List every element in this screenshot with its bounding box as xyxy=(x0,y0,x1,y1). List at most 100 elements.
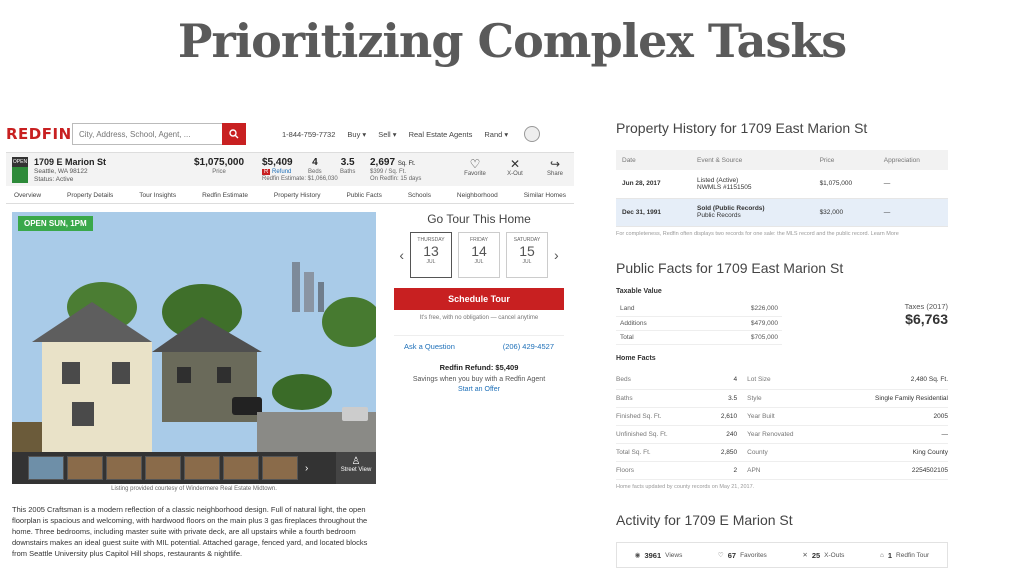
taxable-value-table: Land $226,000 Additions $479,000 Total $705… xyxy=(616,302,782,345)
thumbnail[interactable] xyxy=(184,456,220,480)
avatar[interactable] xyxy=(524,126,541,142)
tab-overview[interactable]: Overview xyxy=(14,192,41,199)
table-row: Unfinished Sq. Ft. 240 Year Renovated — xyxy=(616,425,948,444)
heart-icon: ♡ xyxy=(469,157,481,171)
thumbnail[interactable] xyxy=(67,456,103,480)
agents-link[interactable]: Real Estate Agents xyxy=(409,130,473,139)
thumbnail[interactable] xyxy=(223,456,259,480)
home-facts-note: Home facts updated by county records on … xyxy=(616,484,755,490)
tab-property-history[interactable]: Property History xyxy=(274,192,321,199)
xouts-stat: ✕ 25 X-Outs xyxy=(802,550,845,560)
property-history-section: Property History for 1709 East Marion St xyxy=(616,120,948,136)
search-button[interactable] xyxy=(222,123,246,145)
sqft-stat: 2,697 Sq. Ft. $399 / Sq. Ft. On Redfin: … xyxy=(370,157,422,182)
public-facts-title: Public Facts for 1709 East Marion St xyxy=(616,260,844,276)
price-stat: $1,075,000 Price xyxy=(194,157,245,175)
tab-schools[interactable]: Schools xyxy=(408,192,431,199)
activity-title: Activity for 1709 E Marion St xyxy=(616,512,793,528)
refund-subtitle: Savings when you buy with a Redfin Agent xyxy=(412,376,546,383)
beds-stat: 4 Beds xyxy=(308,157,322,175)
table-row: Floors 2 APN 2254502105 xyxy=(616,461,948,480)
chevron-left-icon[interactable]: ‹ xyxy=(399,247,404,263)
city-state: Seattle, WA 98122 xyxy=(34,168,88,175)
open-house-badge: OPEN xyxy=(12,157,28,183)
tab-redfin-estimate[interactable]: Redfin Estimate xyxy=(202,192,248,199)
favorites-stat: ♡ 67 Favorites xyxy=(717,550,767,560)
table-row: Land $226,000 xyxy=(616,302,782,317)
taxable-value-label: Taxable Value xyxy=(616,288,662,295)
listing-photo[interactable]: OPEN SUN, 1PM xyxy=(12,212,376,484)
column-header: Date xyxy=(616,150,692,170)
house-icon xyxy=(12,167,28,183)
tab-neighborhood[interactable]: Neighborhood xyxy=(457,192,498,199)
chevron-right-icon[interactable]: › xyxy=(554,247,559,263)
listing-panel: REDFIN 1-844-759-7732 Buy ▾ Sell ▾ Real … xyxy=(6,120,574,576)
home-facts-table: Beds 4 Lot Size 2,480 Sq. Ft. Baths 3.5 Style… xyxy=(616,371,948,480)
heart-icon: ♡ xyxy=(717,552,724,559)
street-view-button[interactable]: ♙ Street View xyxy=(336,452,376,484)
xout-button[interactable]: ✕ X-Out xyxy=(502,157,528,177)
thumbnail[interactable] xyxy=(145,456,181,480)
table-row: Total $705,000 xyxy=(616,330,782,345)
activity-bar: ◉ 3961 Views ♡ 67 Favorites ✕ 25 X-Outs ⌂ 1 Redf… xyxy=(616,542,948,568)
table-row: Additions $479,000 xyxy=(616,316,782,331)
column-header: Appreciation xyxy=(877,150,948,170)
sell-menu[interactable]: Sell ▾ xyxy=(378,130,396,139)
x-icon: ✕ xyxy=(509,157,521,171)
property-history-table: Date Event & Source Price Appreciation J… xyxy=(616,150,948,227)
open-house-label: OPEN SUN, 1PM xyxy=(18,216,93,231)
home-icon: ⌂ xyxy=(879,551,884,559)
listing-status: Status: Active xyxy=(34,176,74,183)
table-row[interactable]: Dec 31, 1991 Sold (Public Records) Public… xyxy=(616,198,948,227)
favorite-button[interactable]: ♡ Favorite xyxy=(462,157,488,177)
tab-property-details[interactable]: Property Details xyxy=(67,192,113,199)
table-row: Finished Sq. Ft. 2,610 Year Built 2005 xyxy=(616,407,948,426)
tour-panel: Go Tour This Home ‹ THURSDAY 13 JUL FRID… xyxy=(394,212,564,393)
tab-tour-insights[interactable]: Tour Insights xyxy=(139,192,176,199)
thumbnail[interactable] xyxy=(28,456,64,480)
column-header: Price xyxy=(813,150,878,170)
taxes-box: Taxes (2017) $6,763 xyxy=(904,302,948,327)
schedule-tour-button[interactable]: Schedule Tour xyxy=(394,288,564,310)
thumbnail[interactable] xyxy=(262,456,298,480)
thumbnail[interactable] xyxy=(106,456,142,480)
refund-stat: $5,409 R Refund Redfin Estimate: $1,066,… xyxy=(262,157,338,182)
slide-title: Prioritizing Complex Tasks xyxy=(177,14,847,68)
house-photo xyxy=(12,212,376,452)
photo-thumbnails: › ♙ Street View xyxy=(12,452,376,484)
home-facts-label: Home Facts xyxy=(616,355,656,362)
agent-phone-link[interactable]: (206) 429-4527 xyxy=(503,342,554,351)
search-input[interactable] xyxy=(73,124,223,144)
column-header: Event & Source xyxy=(691,150,814,170)
table-row: Beds 4 Lot Size 2,480 Sq. Ft. xyxy=(616,371,948,390)
listing-description: This 2005 Craftsman is a modern reflecti… xyxy=(12,505,368,558)
eye-icon: ◉ xyxy=(634,552,641,559)
table-row: Total Sq. Ft. 2,850 County King County xyxy=(616,443,948,462)
tab-public-facts[interactable]: Public Facts xyxy=(346,192,381,199)
user-menu[interactable]: Rand ▾ xyxy=(484,130,508,139)
share-button[interactable]: ↪ Share xyxy=(542,157,568,177)
start-offer-link[interactable]: Start an Offer xyxy=(394,386,564,393)
tour-day[interactable]: SATURDAY 15 JUL xyxy=(506,232,548,278)
phone-link[interactable]: 1-844-759-7732 xyxy=(282,130,335,139)
tours-stat: ⌂ 1 Redfin Tour xyxy=(879,550,930,560)
search-icon xyxy=(229,129,239,139)
views-stat: ◉ 3961 Views xyxy=(634,550,683,560)
table-row: Baths 3.5 Style Single Family Residential xyxy=(616,389,948,408)
tab-similar-homes[interactable]: Similar Homes xyxy=(524,192,566,199)
tour-day[interactable]: FRIDAY 14 JUL xyxy=(458,232,500,278)
table-row[interactable]: Jun 28, 2017 Listed (Active) NWMLS #11515… xyxy=(616,170,948,199)
tour-day[interactable]: THURSDAY 13 JUL xyxy=(410,232,452,278)
chevron-right-icon[interactable]: › xyxy=(305,463,308,474)
ask-question-link[interactable]: Ask a Question xyxy=(404,342,455,351)
buy-menu[interactable]: Buy ▾ xyxy=(347,130,366,139)
history-note: For completeness, Redfin often displays … xyxy=(616,231,899,237)
search-box xyxy=(72,123,246,145)
refund-title: Redfin Refund: $5,409 xyxy=(439,363,519,372)
tour-free-note: It's free, with no obligation — cancel a… xyxy=(419,315,539,321)
redfin-logo[interactable]: REDFIN xyxy=(6,125,72,143)
photo-credit: Listing provided courtesy of Windermere … xyxy=(111,486,277,492)
x-icon: ✕ xyxy=(802,552,808,559)
top-nav: REDFIN 1-844-759-7732 Buy ▾ Sell ▾ Real … xyxy=(6,120,574,148)
listing-header: OPEN 1709 E Marion St Seattle, WA 98122 … xyxy=(6,152,574,186)
